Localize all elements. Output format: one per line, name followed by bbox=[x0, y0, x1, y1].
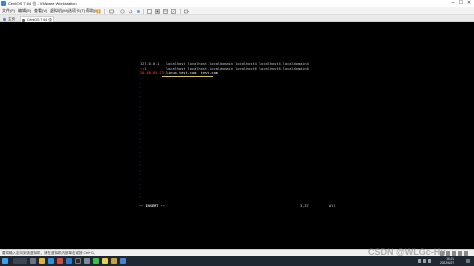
taskbar-search[interactable] bbox=[13, 258, 27, 264]
vmware-app-icon bbox=[1, 1, 6, 6]
stretch-button[interactable] bbox=[170, 8, 176, 14]
minimize-button[interactable]: ─ bbox=[449, 0, 457, 7]
console-view-icon bbox=[162, 8, 168, 14]
window-title: CentOS 7 64 位 - VMware Workstation bbox=[8, 1, 77, 6]
tab-bar: 主页 CentOS 7 64 位 × bbox=[0, 15, 474, 22]
snapshot-manager-button[interactable] bbox=[135, 8, 141, 14]
snapshot-button[interactable] bbox=[119, 8, 125, 14]
tray-volume-icon[interactable] bbox=[423, 259, 426, 263]
toolbar-separator bbox=[104, 9, 105, 14]
tray-network-icon[interactable] bbox=[418, 259, 421, 263]
send-ctrl-alt-del-icon bbox=[108, 9, 114, 13]
unity-icon bbox=[154, 8, 160, 14]
cursor-position: 3,37 bbox=[300, 204, 309, 208]
menu-file[interactable]: 文件(F) bbox=[2, 7, 15, 15]
menu-tabs[interactable]: 选项卡(T) bbox=[68, 7, 85, 15]
toolbar-separator bbox=[180, 9, 181, 14]
title-bar: CentOS 7 64 位 - VMware Workstation ─ ☐ ✕ bbox=[0, 0, 474, 7]
menu-bar: 文件(F) 编辑(E) 查看(V) 虚拟机(M) 选项卡(T) 帮助(H) bbox=[0, 7, 474, 15]
view-settings-button[interactable] bbox=[183, 8, 189, 14]
send-ctrl-alt-del-button[interactable] bbox=[108, 8, 114, 14]
windows-start-icon[interactable] bbox=[2, 258, 8, 264]
fullscreen-button[interactable] bbox=[146, 8, 152, 14]
toolbar-separator bbox=[143, 9, 144, 14]
settings-icon bbox=[183, 9, 189, 13]
edited-ip: 20.88.85.73 bbox=[140, 71, 164, 75]
file-explorer-icon[interactable] bbox=[39, 258, 45, 264]
snapshot-icon bbox=[120, 9, 124, 13]
menu-vm[interactable]: 虚拟机(M) bbox=[50, 7, 68, 15]
notes-icon[interactable] bbox=[102, 258, 108, 264]
snapshot-manager-icon bbox=[136, 9, 140, 13]
pause-icon bbox=[96, 9, 100, 13]
vim-mode-indicator: -- INSERT -- bbox=[139, 204, 165, 208]
revert-snapshot-icon bbox=[128, 9, 132, 13]
unity-button[interactable] bbox=[154, 8, 160, 14]
terminal-icon[interactable] bbox=[75, 258, 81, 264]
menu-view[interactable]: 查看(V) bbox=[34, 7, 47, 15]
vmware-icon[interactable] bbox=[84, 258, 90, 264]
vm-console[interactable]: 127.0.0.1 localhost localhost.localdomai… bbox=[0, 22, 474, 249]
fullscreen-icon bbox=[146, 8, 152, 14]
tab-label: 主页 bbox=[8, 17, 15, 21]
empty-line-markers: ~ ~ ~ ~ ~ ~ ~ ~ ~ ~ ~ ~ ~ ~ ~ ~ ~ ~ ~ ~ … bbox=[139, 77, 142, 201]
scroll-percent: All bbox=[329, 204, 336, 208]
maximize-button[interactable]: ☐ bbox=[457, 0, 465, 7]
task-view-icon[interactable] bbox=[30, 258, 36, 264]
clock-date: 2022/6/27 bbox=[440, 261, 455, 265]
close-button[interactable]: ✕ bbox=[465, 0, 473, 7]
tray-battery-icon[interactable] bbox=[428, 259, 431, 263]
stretch-icon bbox=[170, 8, 176, 14]
edit-highlight-underline bbox=[162, 75, 213, 77]
windows-taskbar: 16:21 2022/6/27 bbox=[0, 256, 474, 266]
console-view-button[interactable] bbox=[162, 8, 168, 14]
wechat-icon[interactable] bbox=[93, 258, 99, 264]
menu-edit[interactable]: 编辑(E) bbox=[18, 7, 31, 15]
mail-icon[interactable] bbox=[120, 258, 126, 264]
home-icon bbox=[3, 17, 6, 21]
chrome-icon[interactable] bbox=[57, 258, 63, 264]
vim-status-line: -- INSERT -- 3,37 All bbox=[139, 204, 339, 209]
edge-icon[interactable] bbox=[48, 258, 54, 264]
edited-hostnames: linux.test.com test.com bbox=[163, 71, 218, 75]
revert-snapshot-button[interactable] bbox=[127, 8, 133, 14]
vscode-icon[interactable] bbox=[66, 258, 72, 264]
notification-icon[interactable] bbox=[466, 259, 470, 263]
pause-button[interactable] bbox=[95, 8, 101, 14]
taskbar-clock[interactable]: 16:21 2022/6/27 bbox=[440, 257, 454, 265]
folder-icon[interactable] bbox=[111, 258, 117, 264]
